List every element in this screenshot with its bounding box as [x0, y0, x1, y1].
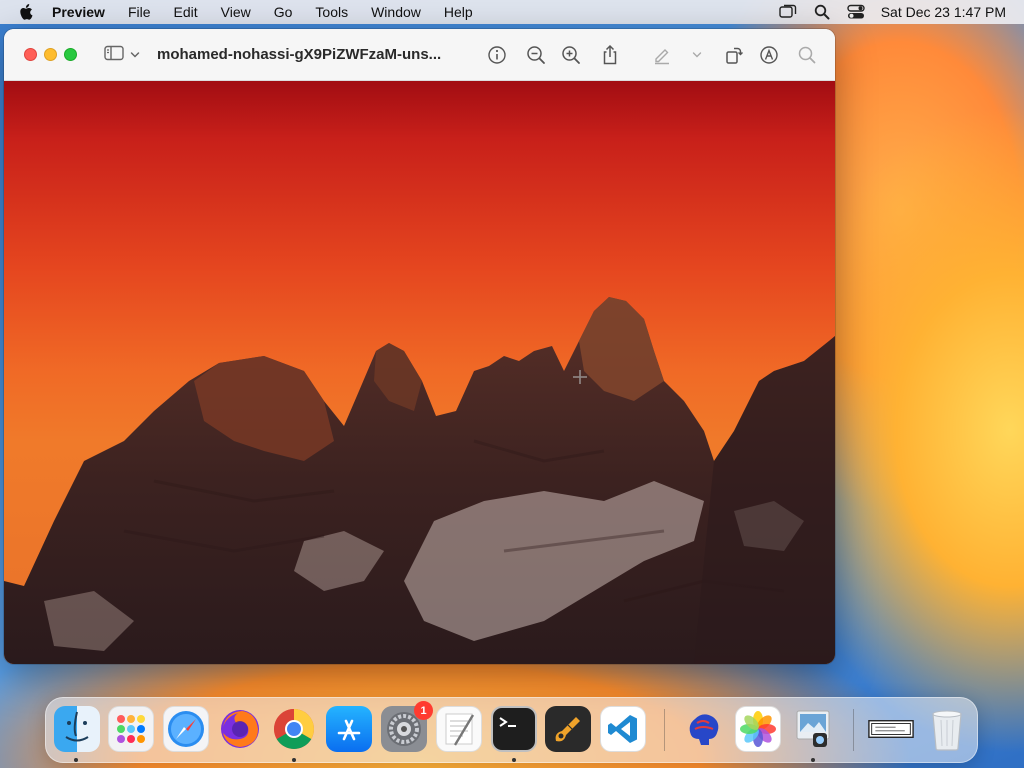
fullscreen-window-button[interactable]	[64, 48, 77, 61]
sidebar-icon	[104, 45, 124, 66]
chevron-down-icon	[130, 46, 140, 64]
chrome-running-indicator	[292, 758, 296, 762]
dock-separator	[664, 709, 665, 751]
share-icon[interactable]	[599, 44, 621, 66]
finder-icon[interactable]	[54, 706, 100, 752]
chevron-down-icon[interactable]	[690, 44, 704, 66]
preview-window: mohamed-nohassi-gX9PiZWFzaM-uns...	[4, 29, 835, 664]
search-icon[interactable]	[813, 3, 831, 21]
search-icon[interactable]	[796, 44, 818, 66]
brain-icon[interactable]	[680, 706, 726, 752]
menu-edit[interactable]: Edit	[174, 0, 198, 24]
control-center-icon[interactable]	[847, 3, 865, 21]
minimize-window-button[interactable]	[44, 48, 57, 61]
apple-menu-icon[interactable]	[18, 3, 36, 21]
zoom-out-icon[interactable]	[525, 44, 547, 66]
window-titlebar[interactable]: mohamed-nohassi-gX9PiZWFzaM-uns...	[4, 29, 835, 81]
markup-icon[interactable]	[758, 44, 780, 66]
rotate-icon[interactable]	[723, 44, 745, 66]
firefox-icon[interactable]	[217, 706, 263, 752]
terminal-running-indicator	[512, 758, 516, 762]
zoom-in-icon[interactable]	[560, 44, 582, 66]
menu-bar: Preview File Edit View Go Tools Window H…	[0, 0, 1024, 24]
system-settings-badge: 1	[414, 701, 433, 720]
menubar-status-area: Sat Dec 23 1:47 PM	[779, 0, 1006, 24]
window-stack-icon[interactable]	[779, 3, 797, 21]
safari-icon[interactable]	[163, 706, 209, 752]
menu-window[interactable]: Window	[371, 0, 421, 24]
launchpad-icon[interactable]	[108, 706, 154, 752]
menu-tools[interactable]: Tools	[315, 0, 348, 24]
crosshair-cursor-icon	[573, 370, 587, 384]
sidebar-toggle-button[interactable]	[104, 45, 144, 65]
menu-file[interactable]: File	[128, 0, 151, 24]
garageband-icon[interactable]	[545, 706, 591, 752]
mountain-photo	[4, 297, 835, 664]
menu-view[interactable]: View	[221, 0, 251, 24]
menubar-clock[interactable]: Sat Dec 23 1:47 PM	[881, 4, 1006, 20]
document-title: mohamed-nohassi-gX9PiZWFzaM-uns...	[157, 46, 442, 63]
finder-running-indicator	[74, 758, 78, 762]
terminal-icon[interactable]	[491, 706, 537, 752]
trash-icon[interactable]	[924, 706, 970, 752]
close-window-button[interactable]	[24, 48, 37, 61]
preview-icon[interactable]	[790, 706, 836, 752]
app-store-icon[interactable]	[326, 706, 372, 752]
document-icon[interactable]	[868, 706, 914, 752]
textedit-icon[interactable]	[436, 706, 482, 752]
image-canvas[interactable]	[4, 81, 835, 664]
preview-running-indicator	[811, 758, 815, 762]
menu-app-name[interactable]: Preview	[52, 0, 105, 24]
vscode-icon[interactable]	[600, 706, 646, 752]
info-icon[interactable]	[486, 44, 508, 66]
menu-go[interactable]: Go	[274, 0, 293, 24]
chrome-icon[interactable]	[271, 706, 317, 752]
markup-highlight-icon[interactable]	[651, 44, 673, 66]
photos-icon[interactable]	[735, 706, 781, 752]
dock-separator	[853, 709, 854, 751]
menu-help[interactable]: Help	[444, 0, 473, 24]
